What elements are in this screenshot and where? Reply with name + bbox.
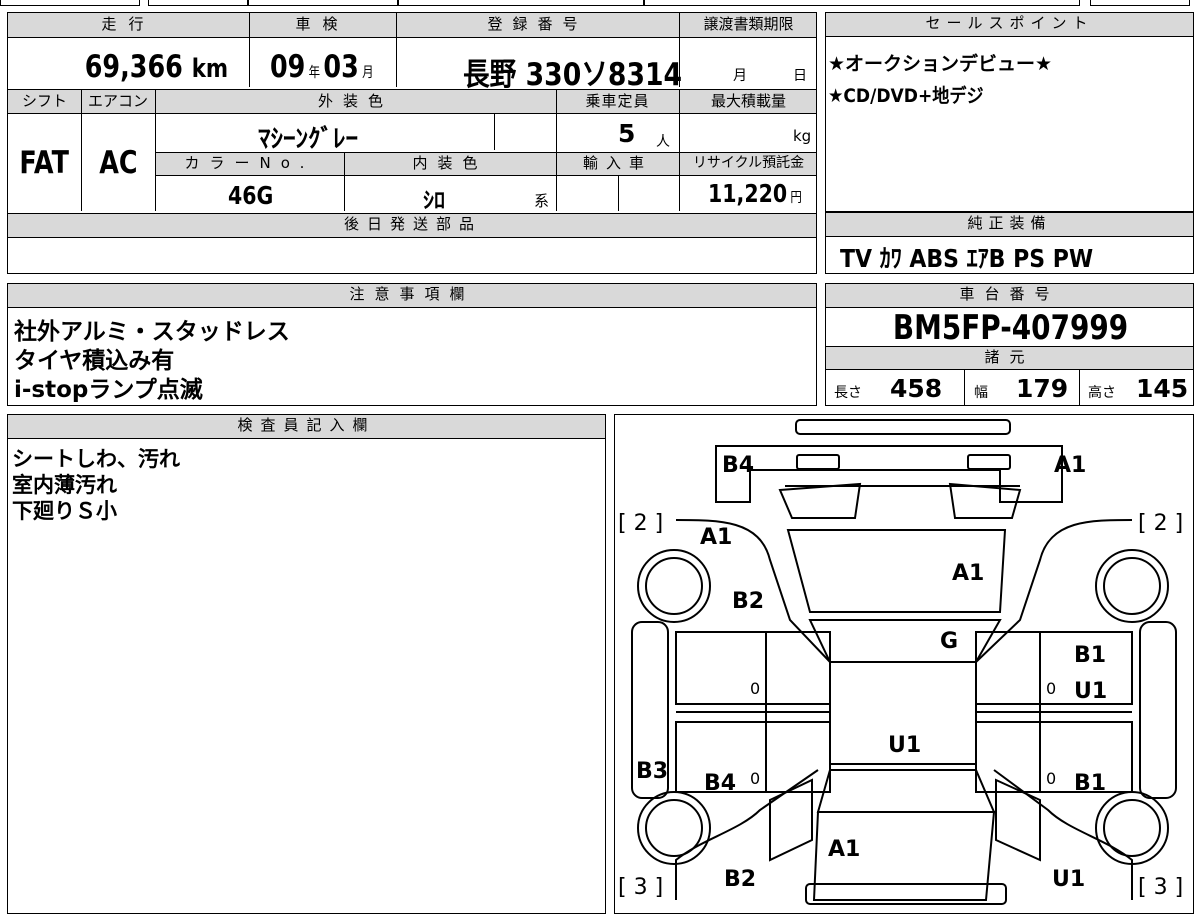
max-load-label: 最大積載量 bbox=[710, 92, 786, 110]
sales-points-label: セールスポイント bbox=[826, 13, 1193, 37]
registration-label: 登録番号 bbox=[487, 15, 588, 33]
inspection-label: 車検 bbox=[295, 15, 350, 33]
width-value: 179 bbox=[1016, 374, 1069, 403]
top-stub-1 bbox=[0, 0, 140, 6]
equipment-value: TV ｶﾜ ABS ｴｱB PS PW bbox=[840, 244, 1094, 273]
mark-trunk: A1 bbox=[952, 561, 984, 586]
inspector-line-3: 下廻りＳ小 bbox=[12, 499, 117, 523]
zero-left-upper: 0 bbox=[750, 679, 760, 698]
mark-rear-left: B4 bbox=[722, 453, 754, 478]
mark-left-body: B3 bbox=[636, 759, 668, 784]
capacity-label: 乗車定員 bbox=[585, 92, 650, 110]
color-no-label: カラーNo. bbox=[184, 154, 315, 172]
specs-label: 諸元 bbox=[826, 346, 1193, 370]
top-stub-6 bbox=[1090, 0, 1190, 6]
interior-color-value: ｼﾛ bbox=[423, 189, 446, 214]
color-no-value: 46G bbox=[228, 181, 274, 210]
top-stub-5 bbox=[644, 0, 1080, 6]
height-value: 145 bbox=[1136, 374, 1189, 403]
exterior-color-label: 外装色 bbox=[317, 92, 393, 110]
height-label: 高さ bbox=[1088, 385, 1116, 401]
shift-label: シフト bbox=[21, 92, 67, 110]
transfer-day-unit: 日 bbox=[793, 68, 807, 84]
equipment-label: 純正装備 bbox=[826, 213, 1193, 237]
transfer-month-unit: 月 bbox=[733, 68, 747, 84]
mark-right-door-lower: B1 bbox=[1074, 771, 1106, 796]
notes-panel: 注意事項欄 社外アルミ・スタッドレス タイヤ積込み有 i-stopランプ点滅 bbox=[7, 283, 817, 406]
sales-point-1: ★オークションデビュー★ bbox=[828, 53, 1053, 75]
vehicle-info-table: 走行 車検 登録番号 譲渡書類期限 69,366 km 09 年 03 月 長野 33… bbox=[7, 12, 817, 274]
inspector-panel: 検査員記入欄 シートしわ、汚れ 室内薄汚れ 下廻りＳ小 bbox=[7, 414, 606, 914]
later-parts-label: 後日発送部品 bbox=[343, 215, 482, 233]
notes-line-3: i-stopランプ点滅 bbox=[14, 377, 203, 403]
tire-right-bottom: [ 3 ] bbox=[1138, 875, 1183, 900]
capacity-value: 5 bbox=[618, 119, 636, 148]
mileage-value: 69,366 km bbox=[84, 49, 229, 85]
sales-point-2: ★CD/DVD+地デジ bbox=[828, 85, 984, 107]
width-label: 幅 bbox=[974, 385, 988, 401]
aircon-label: エアコン bbox=[87, 92, 148, 110]
aircon-value: AC bbox=[98, 145, 138, 181]
inspection-value: 09 年 03 月 bbox=[270, 49, 374, 85]
equipment-panel: 純正装備 TV ｶﾜ ABS ｴｱB PS PW bbox=[825, 212, 1194, 274]
mark-hood: A1 bbox=[828, 837, 860, 862]
notes-label: 注意事項欄 bbox=[8, 284, 816, 308]
capacity-unit: 人 bbox=[656, 134, 670, 150]
mark-left-front: B2 bbox=[724, 867, 756, 892]
mark-rear-right: A1 bbox=[1054, 453, 1086, 478]
interior-color-label: 内装色 bbox=[412, 154, 488, 172]
mileage-label: 走行 bbox=[101, 15, 156, 33]
exterior-color-value: ﾏｼｰﾝｸﾞﾚｰ bbox=[258, 124, 359, 153]
recycle-value: 11,220 円 bbox=[708, 179, 802, 208]
zero-left-lower: 0 bbox=[750, 769, 760, 788]
top-stub-4 bbox=[398, 0, 644, 6]
mark-roof: U1 bbox=[888, 733, 921, 758]
chassis-value: BM5FP-407999 bbox=[892, 308, 1129, 348]
mark-left-rear-fender: B2 bbox=[732, 589, 764, 614]
top-stub-2 bbox=[148, 0, 248, 6]
car-diagram: B4 A1 A1 A1 B2 G B1 U1 U1 B3 B4 B1 A1 B2… bbox=[618, 419, 1183, 905]
zero-right-upper: 0 bbox=[1046, 679, 1056, 698]
zero-right-lower: 0 bbox=[1046, 769, 1056, 788]
mark-left-door: B4 bbox=[704, 771, 736, 796]
transfer-deadline-label: 譲渡書類期限 bbox=[703, 15, 794, 33]
mark-right-front: U1 bbox=[1052, 867, 1085, 892]
interior-color-suffix: 系 bbox=[534, 192, 550, 210]
recycle-label: リサイクル預託金 bbox=[692, 155, 805, 171]
import-label: 輸入車 bbox=[582, 154, 652, 172]
mark-right-door-upper2: U1 bbox=[1074, 679, 1107, 704]
mark-right-door-upper: B1 bbox=[1074, 643, 1106, 668]
length-label: 長さ bbox=[834, 385, 862, 401]
registration-value: 長野 330ソ8314 bbox=[463, 57, 683, 93]
max-load-unit: kg bbox=[793, 127, 812, 145]
chassis-panel: 車台番号 BM5FP-407999 諸元 長さ 458 幅 179 高さ 145 bbox=[825, 283, 1194, 406]
shift-value: FAT bbox=[19, 145, 70, 181]
tire-left-bottom: [ 3 ] bbox=[618, 875, 663, 900]
chassis-label: 車台番号 bbox=[826, 284, 1193, 308]
tire-left-top: [ 2 ] bbox=[618, 511, 663, 536]
inspector-label: 検査員記入欄 bbox=[8, 415, 605, 439]
top-stub-3 bbox=[248, 0, 398, 6]
length-value: 458 bbox=[890, 374, 943, 403]
mark-roof-glass: G bbox=[940, 629, 958, 654]
mark-left-rear-quarter: A1 bbox=[700, 525, 732, 550]
car-diagram-panel: B4 A1 A1 A1 B2 G B1 U1 U1 B3 B4 B1 A1 B2… bbox=[614, 414, 1194, 914]
sales-points-panel: セールスポイント ★オークションデビュー★ ★CD/DVD+地デジ bbox=[825, 12, 1194, 212]
tire-right-top: [ 2 ] bbox=[1138, 511, 1183, 536]
